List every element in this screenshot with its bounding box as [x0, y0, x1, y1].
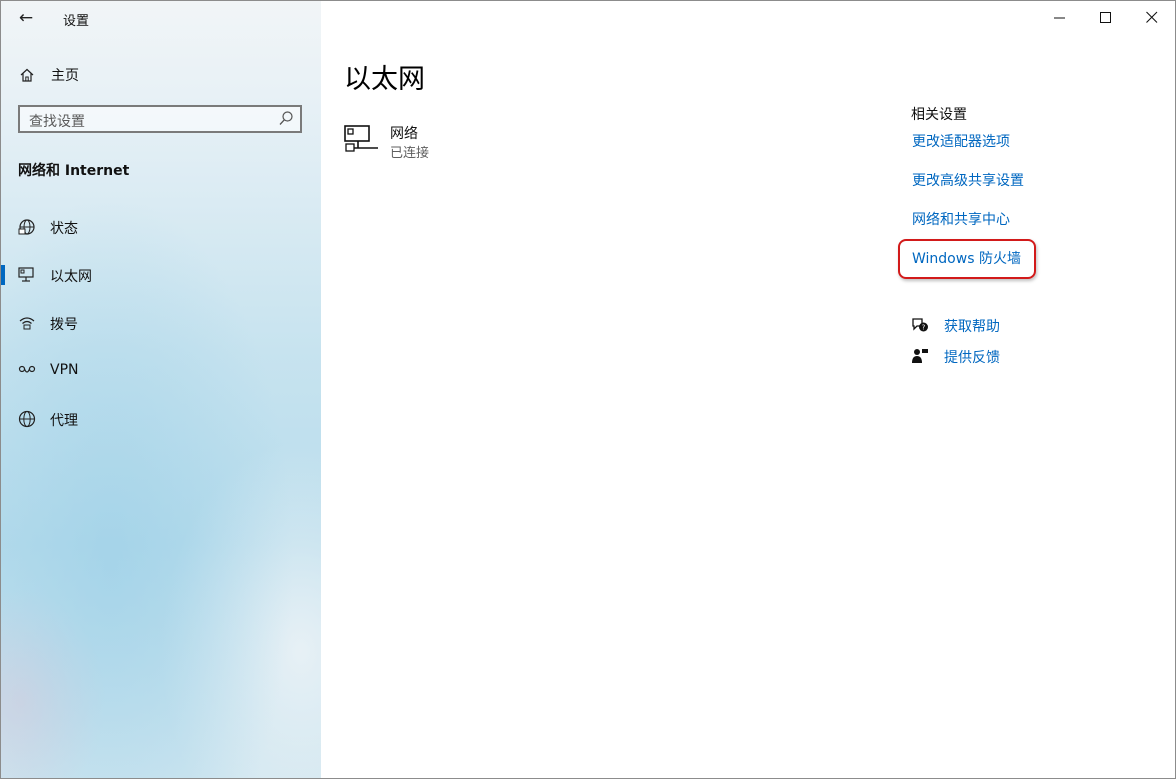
globe-icon — [18, 410, 36, 428]
home-button[interactable]: 主页 — [17, 63, 79, 87]
sidebar: ← 设置 主页 查找设置 网络和 Internet 状态 以太网 拨号 VPN … — [1, 1, 321, 778]
ethernet-network-icon — [344, 125, 378, 152]
maximize-icon — [1100, 12, 1111, 23]
feedback-icon — [912, 349, 928, 363]
minimize-button[interactable] — [1037, 1, 1083, 33]
search-placeholder: 查找设置 — [29, 114, 85, 130]
annotation-highlight-box — [898, 239, 1036, 279]
search-input[interactable]: 查找设置 — [18, 105, 302, 133]
network-status: 已连接 — [390, 146, 430, 161]
settings-window: ← 设置 主页 查找设置 网络和 Internet 状态 以太网 拨号 VPN … — [0, 0, 1176, 779]
related-settings-title: 相关设置 — [911, 107, 967, 123]
network-item[interactable]: 网络 已连接 — [344, 121, 644, 161]
search-icon[interactable] — [278, 110, 294, 128]
globe-status-icon — [18, 219, 35, 235]
ethernet-icon — [18, 267, 34, 282]
sidebar-item-label: 状态 — [50, 221, 78, 237]
network-sharing-center-link[interactable]: 网络和共享中心 — [912, 209, 1010, 229]
sidebar-item-proxy[interactable]: 代理 — [1, 399, 321, 439]
close-button[interactable] — [1129, 1, 1175, 33]
sidebar-item-label: 拨号 — [50, 317, 78, 333]
get-help-label: 获取帮助 — [944, 319, 1000, 335]
selection-indicator — [1, 265, 5, 285]
home-label: 主页 — [51, 68, 79, 84]
back-arrow-icon[interactable]: ← — [15, 7, 37, 29]
sidebar-item-label: 以太网 — [50, 269, 92, 285]
close-icon — [1146, 11, 1158, 23]
sidebar-item-vpn[interactable]: VPN — [1, 351, 321, 391]
sidebar-item-label: VPN — [50, 362, 79, 378]
sidebar-item-dialup[interactable]: 拨号 — [1, 303, 321, 343]
svg-text:?: ? — [922, 324, 926, 332]
feedback-label: 提供反馈 — [944, 350, 1000, 366]
dialup-icon — [19, 317, 35, 330]
app-title: 设置 — [63, 14, 90, 29]
change-adapter-options-link[interactable]: 更改适配器选项 — [912, 131, 1010, 151]
sidebar-item-ethernet[interactable]: 以太网 — [1, 255, 321, 295]
chat-help-icon: ? — [912, 318, 928, 332]
network-name: 网络 — [390, 126, 418, 142]
vpn-icon — [18, 365, 36, 373]
maximize-button[interactable] — [1083, 1, 1129, 33]
page-title: 以太网 — [344, 64, 425, 95]
minimize-icon — [1054, 17, 1065, 19]
section-title: 网络和 Internet — [18, 163, 130, 179]
advanced-sharing-settings-link[interactable]: 更改高级共享设置 — [912, 170, 1024, 190]
sidebar-item-status[interactable]: 状态 — [1, 207, 321, 247]
sidebar-item-label: 代理 — [50, 413, 78, 429]
home-icon — [20, 68, 34, 82]
